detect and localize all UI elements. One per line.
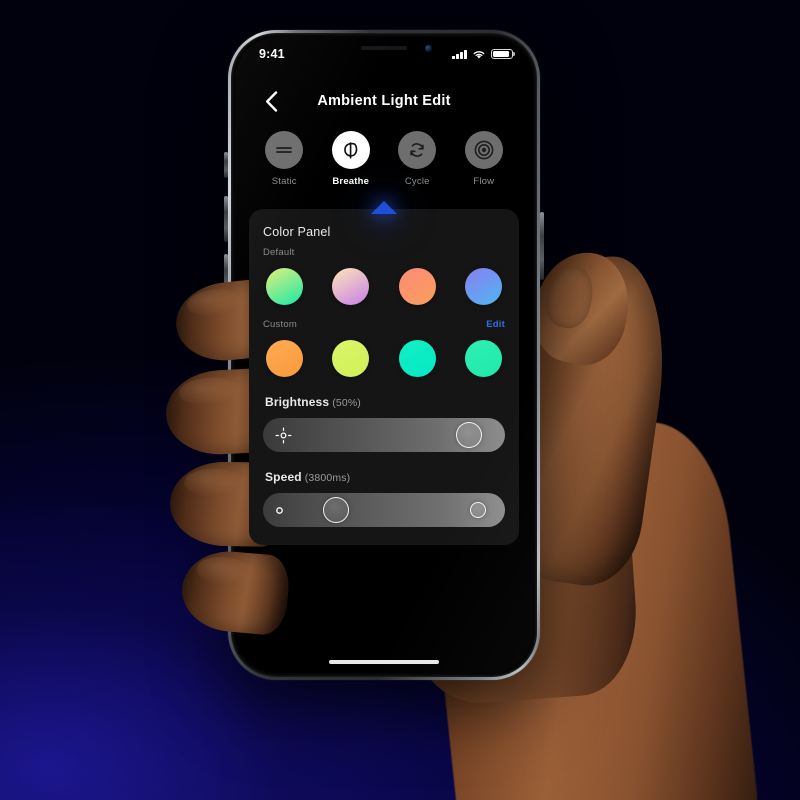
static-tab-circle — [265, 131, 304, 169]
breathe-tab-circle — [331, 131, 370, 169]
speed-label: Speed — [265, 470, 302, 484]
cycle-tab-circle — [398, 131, 437, 169]
brightness-slider-thumb[interactable] — [456, 422, 483, 448]
leaf-breathe-icon — [344, 141, 358, 159]
back-button[interactable] — [257, 87, 285, 115]
status-time: 9:41 — [259, 47, 285, 61]
front-camera — [425, 45, 432, 52]
color-swatch[interactable] — [464, 268, 502, 305]
custom-group-label: Custom — [263, 319, 297, 330]
color-swatch[interactable] — [464, 340, 502, 377]
navigation-bar: Ambient Light Edit — [235, 81, 533, 121]
brightness-value: (50%) — [332, 397, 361, 409]
speed-value: (3800ms) — [304, 472, 351, 484]
mode-tab-flow[interactable]: Flow — [455, 131, 513, 187]
speed-slider-end-marker[interactable] — [469, 502, 486, 518]
mode-tab-cycle[interactable]: Cycle — [388, 131, 446, 187]
status-icons — [452, 48, 513, 60]
default-swatch-row — [263, 268, 505, 305]
brightness-block: Brightness (50%) — [263, 395, 505, 452]
mode-tab-static[interactable]: Static — [255, 131, 313, 187]
wifi-icon — [473, 50, 485, 59]
earpiece-speaker — [361, 46, 407, 50]
battery-icon — [491, 48, 513, 60]
chevron-left-icon — [265, 90, 277, 112]
speed-slider-thumb[interactable] — [323, 497, 350, 523]
default-group-header: Default — [263, 247, 505, 258]
mode-label-flow: Flow — [473, 176, 495, 187]
color-settings-card: Color Panel Default Custom Edit Brightne… — [249, 209, 519, 545]
brightness-sun-icon — [275, 427, 292, 444]
mode-label-breathe: Breathe — [332, 176, 370, 187]
notch — [310, 37, 458, 61]
concentric-circles-icon — [474, 140, 494, 160]
color-swatch[interactable] — [332, 340, 370, 377]
mode-label-cycle: Cycle — [404, 176, 430, 187]
speed-slider[interactable] — [263, 493, 505, 527]
active-tab-caret — [371, 201, 397, 214]
mode-tab-bar: Static Breathe Cycle Flow — [235, 131, 533, 187]
brightness-label: Brightness — [265, 395, 330, 409]
custom-group-header: Custom Edit — [263, 319, 505, 330]
flow-tab-circle — [464, 131, 503, 169]
speed-block: Speed (3800ms) — [263, 470, 505, 527]
brightness-header: Brightness (50%) — [263, 395, 505, 409]
edit-link[interactable]: Edit — [486, 319, 505, 330]
color-swatch[interactable] — [266, 268, 303, 305]
color-swatch[interactable] — [266, 340, 303, 377]
card-title: Color Panel — [263, 225, 331, 239]
mode-tab-breathe[interactable]: Breathe — [322, 131, 380, 187]
color-swatch[interactable] — [398, 268, 436, 305]
custom-swatch-row — [263, 340, 505, 377]
color-swatch[interactable] — [332, 268, 370, 305]
small-dot-icon — [275, 506, 284, 515]
brightness-slider[interactable] — [263, 418, 505, 452]
mode-label-static: Static — [271, 176, 297, 187]
cycle-arrows-icon — [410, 143, 424, 157]
static-lines-icon — [276, 147, 293, 153]
color-swatch[interactable] — [398, 340, 436, 377]
little-finger — [178, 547, 292, 637]
default-group-label: Default — [263, 247, 295, 258]
home-indicator-bar[interactable] — [329, 660, 439, 664]
speed-header: Speed (3800ms) — [263, 470, 505, 484]
